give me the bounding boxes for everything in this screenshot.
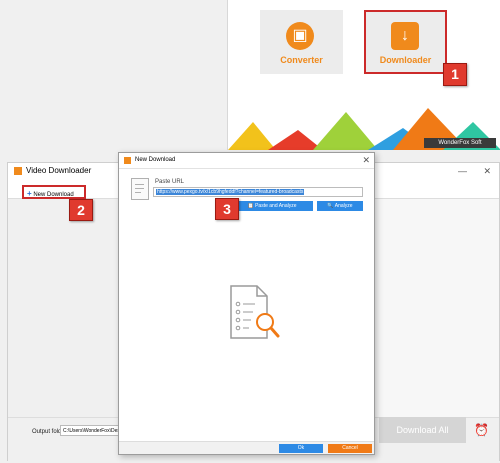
alarm-clock-icon[interactable]: ⏰: [474, 423, 489, 437]
new-download-button[interactable]: + New Download: [22, 185, 86, 199]
new-download-dialog: New Download ✕ Paste URL https://www.pex…: [118, 152, 375, 455]
document-icon: [131, 178, 149, 200]
converter-label: Converter: [280, 55, 323, 65]
new-download-label: New Download: [33, 192, 74, 198]
analyze-label: Analyze: [334, 203, 353, 209]
minimize-icon[interactable]: —: [458, 163, 467, 179]
paste-and-analyze-label: Paste and Analyze: [255, 203, 297, 209]
search-icon: 🔍: [327, 203, 335, 209]
dialog-title: New Download: [135, 157, 176, 163]
analyze-button[interactable]: 🔍 Analyze: [317, 201, 363, 211]
wonderfox-logo: WonderFox Soft: [424, 138, 496, 148]
dialog-titlebar: New Download ✕: [119, 153, 374, 169]
downloader-label: Downloader: [379, 55, 432, 65]
download-icon: ↓: [391, 22, 419, 50]
converter-tile[interactable]: ▣ Converter: [260, 10, 343, 74]
ok-button[interactable]: Ok: [279, 444, 323, 453]
step-badge-1: 1: [443, 63, 467, 86]
film-icon: ▣: [286, 22, 314, 50]
clipboard-icon: 📋: [247, 203, 256, 209]
url-value: https://www.pexgo.tv/x/1cb9hgfeddf?chann…: [156, 189, 305, 195]
plus-icon: +: [27, 189, 32, 198]
close-icon[interactable]: ✕: [362, 153, 370, 168]
paste-url-label: Paste URL: [155, 179, 185, 185]
output-folder-field[interactable]: C:\Users\WonderFox\Deskto: [60, 425, 123, 436]
cancel-button[interactable]: Cancel: [328, 444, 372, 453]
step-badge-3: 3: [215, 198, 239, 220]
close-icon[interactable]: ✕: [483, 163, 491, 179]
step-badge-2: 2: [69, 199, 93, 221]
paste-and-analyze-button[interactable]: 📋 Paste and Analyze: [231, 201, 313, 211]
app-icon: [14, 167, 22, 175]
url-input[interactable]: https://www.pexgo.tv/x/1cb9hgfeddf?chann…: [153, 187, 363, 197]
app-icon: [124, 157, 131, 164]
window-title: Video Downloader: [26, 166, 92, 175]
download-list-area: [8, 199, 118, 417]
download-all-button[interactable]: Download All: [379, 417, 466, 443]
downloader-tile[interactable]: ↓ Downloader: [364, 10, 447, 74]
empty-list-icon: [230, 285, 280, 339]
